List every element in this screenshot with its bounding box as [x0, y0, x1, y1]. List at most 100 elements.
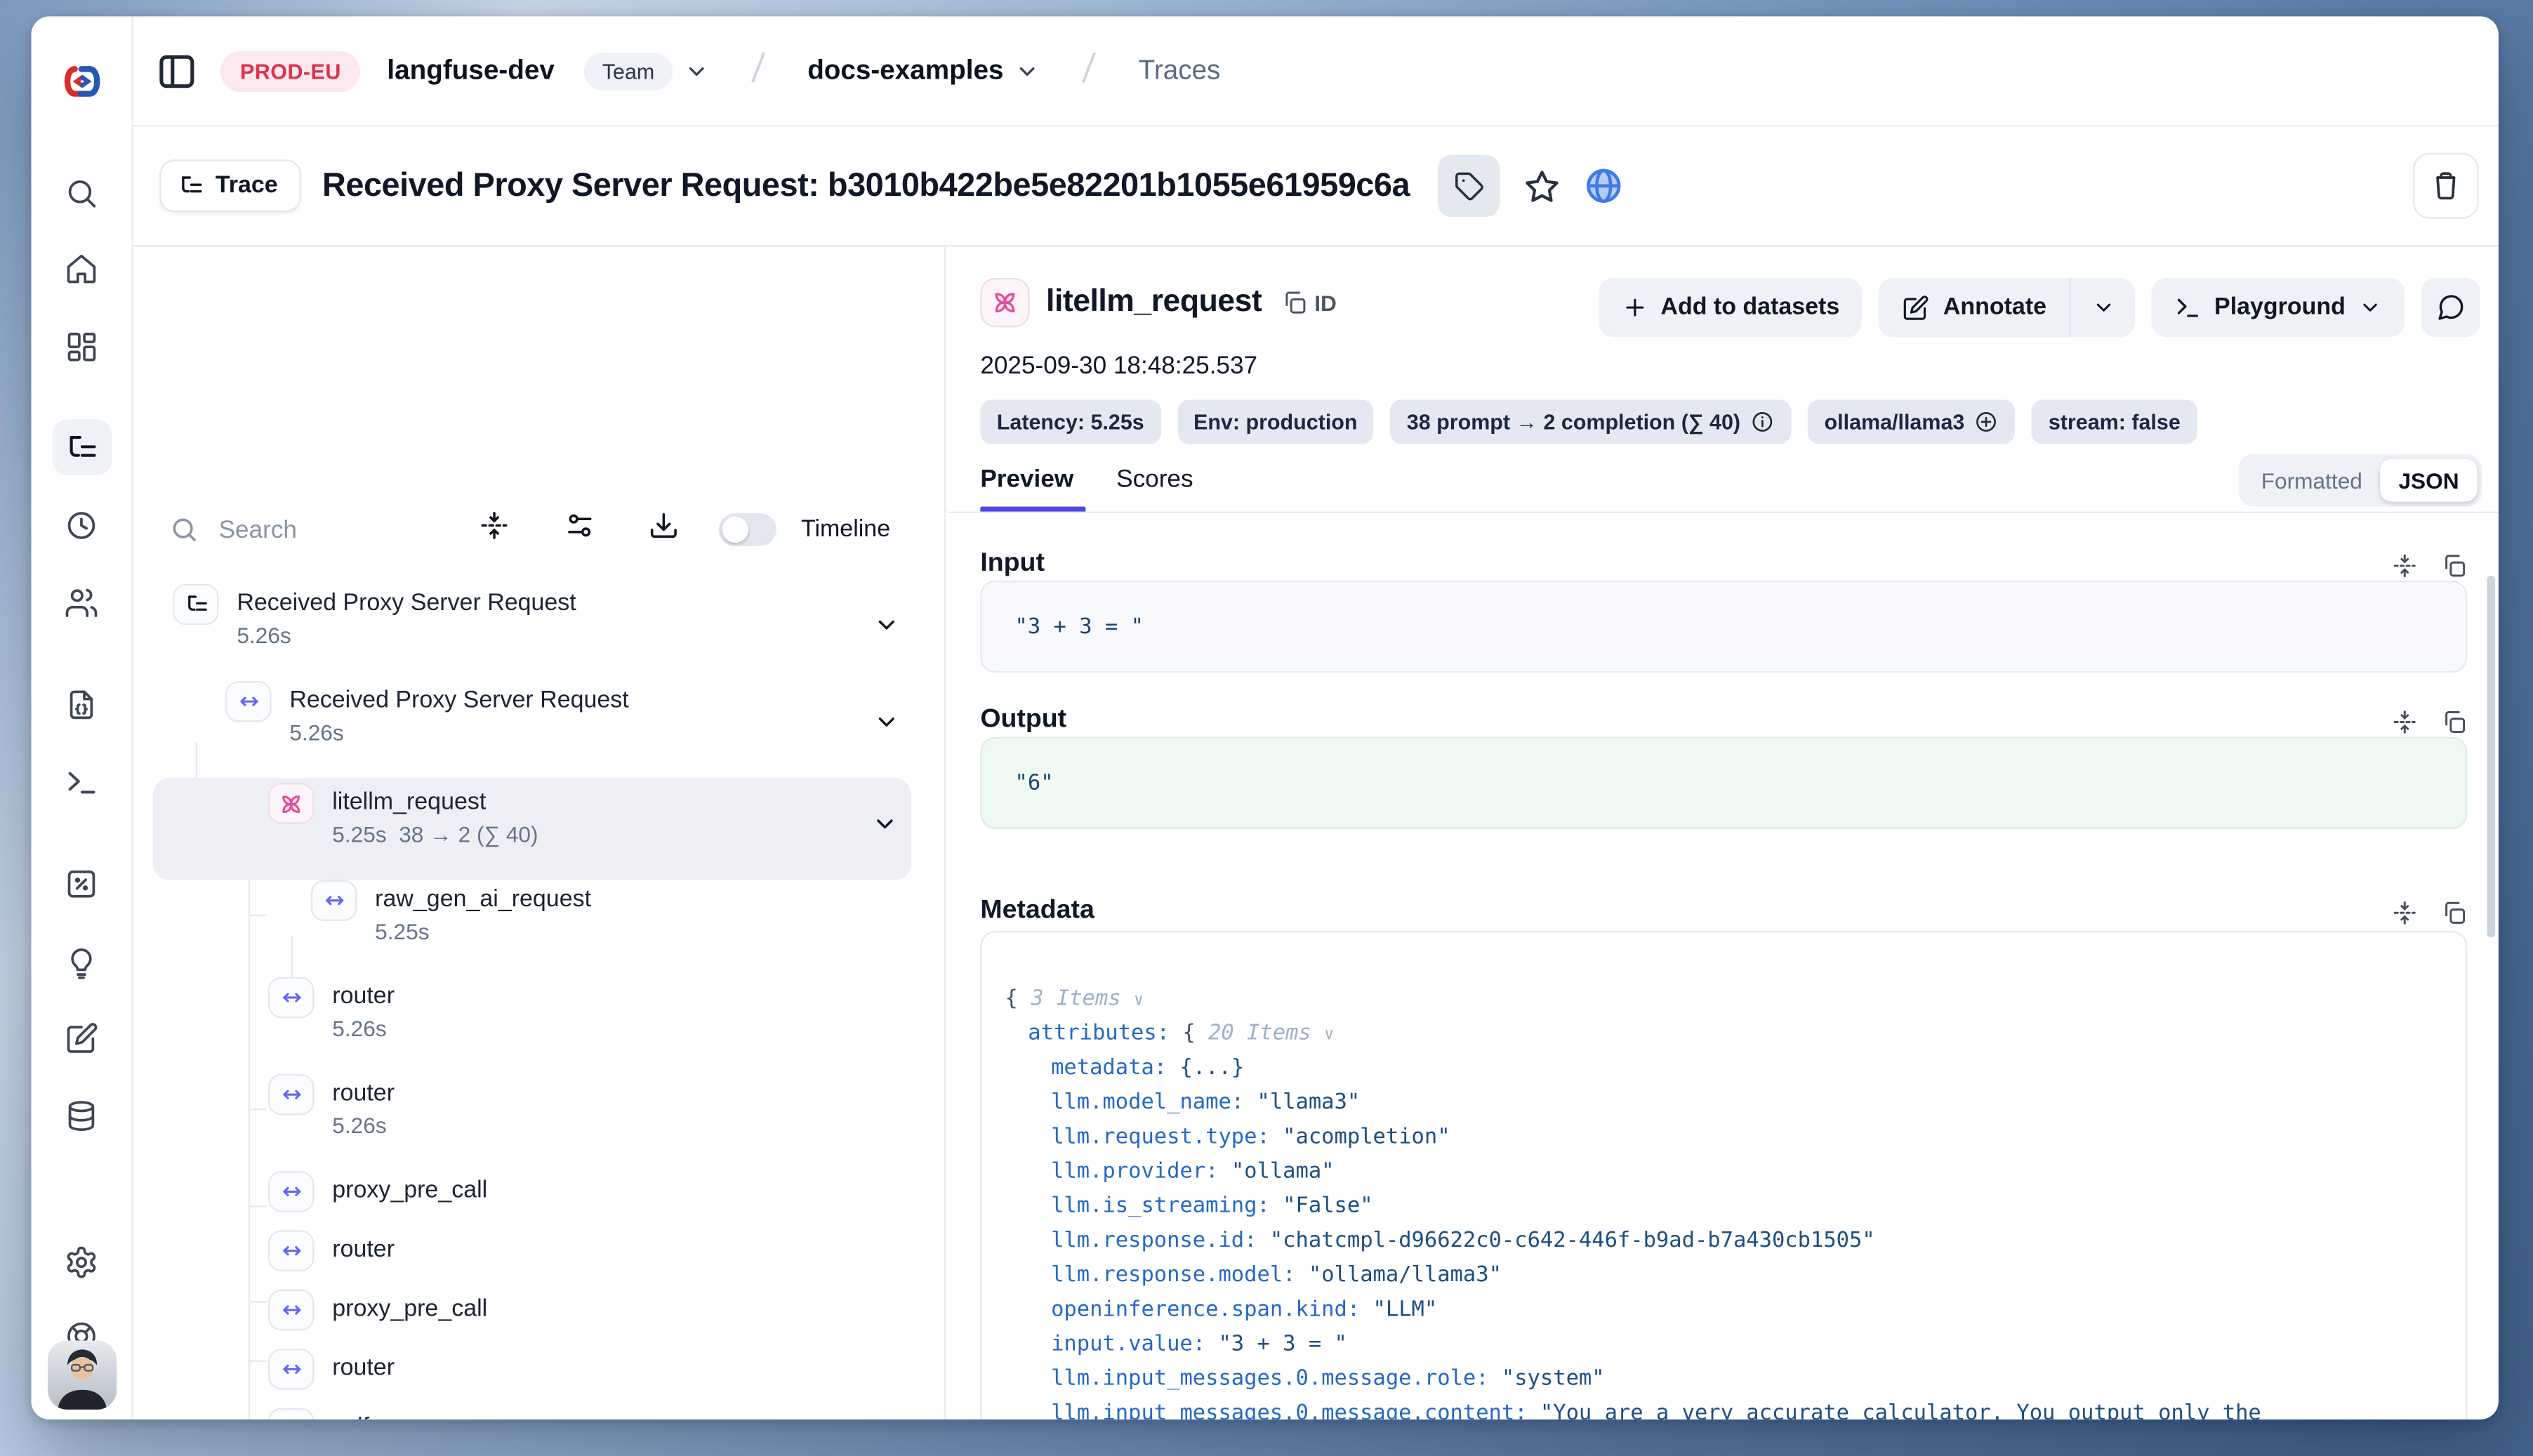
- environment-badge[interactable]: PROD-EU: [220, 50, 361, 91]
- collapse-section-button[interactable]: [2392, 709, 2418, 735]
- public-globe-button[interactable]: [1584, 166, 1623, 206]
- delete-trace-button[interactable]: [2413, 153, 2479, 219]
- attribute-badge-label: stream: false: [2049, 409, 2181, 434]
- tree-toolbar: Search Timeline: [133, 500, 944, 559]
- playground-button[interactable]: Playground: [2152, 278, 2405, 337]
- fold-vertical-icon: [2392, 709, 2418, 735]
- tree-item-duration: 5.26s: [237, 623, 576, 648]
- download-icon: [648, 510, 680, 541]
- tree-item-collapse-chevron[interactable]: [873, 709, 899, 743]
- sidebar-item-traces[interactable]: [52, 419, 111, 475]
- tree-item-self[interactable]: self5.23s: [133, 1408, 944, 1419]
- sidebar-item-evaluators[interactable]: [52, 855, 111, 911]
- copy-section-button[interactable]: [2441, 709, 2467, 735]
- tree-item-collapse-chevron[interactable]: [873, 612, 899, 647]
- trace-tree-icon: [183, 592, 208, 616]
- tree-item-proxy-pre-call[interactable]: proxy_pre_call: [133, 1171, 944, 1230]
- tree-filter-button[interactable]: [564, 510, 596, 549]
- info-icon: [1750, 409, 1775, 434]
- sidebar-item-prompts[interactable]: [52, 676, 111, 732]
- json-line: openinference.span.kind: "LLM": [982, 1292, 2466, 1327]
- sidebar-item-home[interactable]: [52, 240, 111, 296]
- tree-item-router[interactable]: router5.26s: [133, 977, 944, 1074]
- attribute-badge[interactable]: Env: production: [1177, 399, 1374, 444]
- timeline-toggle[interactable]: [719, 513, 776, 546]
- tree-item-duration: 5.25s 38 → 2 (∑ 40): [332, 822, 538, 847]
- tab-scores[interactable]: Scores: [1116, 465, 1193, 494]
- span-arrows-icon: [279, 1357, 303, 1382]
- tag-button[interactable]: [1438, 154, 1500, 217]
- langfuse-logo-icon: [60, 62, 105, 110]
- tree-item-router[interactable]: router: [133, 1230, 944, 1289]
- format-option-json[interactable]: JSON: [2381, 459, 2478, 502]
- format-option-formatted[interactable]: Formatted: [2243, 459, 2381, 502]
- tree-item-raw-gen-ai-request[interactable]: raw_gen_ai_request5.25s: [133, 880, 944, 977]
- tree-item-litellm-request[interactable]: litellm_request5.25s 38 → 2 (∑ 40): [153, 778, 911, 880]
- tree-item-router[interactable]: router5.26s: [133, 1074, 944, 1171]
- copy-section-button[interactable]: [2441, 900, 2467, 926]
- attribute-badge[interactable]: stream: false: [2032, 399, 2197, 444]
- annotate-button[interactable]: Annotate: [1879, 278, 2069, 337]
- tree-item-received-proxy-server-request[interactable]: Received Proxy Server Request5.26s: [133, 681, 944, 778]
- json-line: llm.input_messages.0.message.role: "syst…: [982, 1362, 2466, 1396]
- sidebar-item-dashboards[interactable]: [52, 317, 111, 373]
- observation-header: litellm_request ID: [980, 278, 1336, 327]
- attribute-badge[interactable]: Latency: 5.25s: [980, 399, 1160, 444]
- comments-button[interactable]: [2421, 278, 2480, 337]
- org-name[interactable]: langfuse-dev: [387, 55, 554, 86]
- sidebar-item-datasets[interactable]: [52, 1087, 111, 1144]
- sidebar-item-insights[interactable]: [52, 934, 111, 991]
- sidebar-toggle-button[interactable]: [157, 50, 198, 91]
- tree-item-collapse-chevron[interactable]: [872, 811, 898, 845]
- copy-id-button[interactable]: ID: [1281, 289, 1336, 315]
- trash-icon: [2429, 169, 2462, 202]
- json-line: llm.response.model: "ollama/llama3": [982, 1258, 2466, 1292]
- search-input[interactable]: Search: [169, 515, 297, 544]
- copy-id-label: ID: [1314, 291, 1337, 315]
- copy-icon: [1281, 289, 1307, 315]
- copy-icon: [2441, 709, 2467, 735]
- copy-icon: [2441, 900, 2467, 926]
- tree-item-received-proxy-server-request[interactable]: Received Proxy Server Request5.26s: [133, 584, 944, 681]
- sidebar-item-sessions[interactable]: [52, 497, 111, 553]
- square-percent-icon: [64, 866, 98, 901]
- trace-type-chip[interactable]: Trace: [159, 159, 300, 212]
- sidebar-item-playground[interactable]: [52, 753, 111, 809]
- org-switcher-chevron-icon[interactable]: [684, 58, 708, 83]
- attribute-badge[interactable]: 38 prompt → 2 completion (∑ 40): [1390, 399, 1791, 444]
- span-type-icon: [225, 681, 272, 722]
- terminal-icon: [64, 764, 98, 798]
- sidebar-item-users[interactable]: [52, 574, 111, 630]
- observation-timestamp: 2025-09-30 18:48:25.537: [980, 352, 1257, 380]
- observation-tree-panel: Search Timeline: [133, 246, 946, 1419]
- copy-section-button[interactable]: [2441, 552, 2467, 578]
- sidebar-item-annotation[interactable]: [52, 1010, 111, 1066]
- tree-item-label: self: [332, 1408, 386, 1419]
- bookmark-star-button[interactable]: [1523, 167, 1561, 205]
- breadcrumb-section[interactable]: Traces: [1139, 55, 1221, 86]
- trace-title: Received Proxy Server Request: b3010b422…: [322, 167, 1410, 205]
- sidebar-item-search[interactable]: [52, 164, 111, 220]
- collapse-section-button[interactable]: [2392, 552, 2418, 578]
- add-to-datasets-button[interactable]: Add to datasets: [1598, 278, 1863, 337]
- attribute-badge-label: Latency: 5.25s: [997, 409, 1144, 434]
- tree-item-router[interactable]: router: [133, 1349, 944, 1408]
- breadcrumb-project[interactable]: docs-examples: [807, 55, 1003, 86]
- annotate-dropdown-button[interactable]: [2070, 278, 2136, 337]
- attribute-badge[interactable]: ollama/llama3: [1808, 399, 2016, 444]
- tabs-divider: [947, 512, 2498, 513]
- avatar[interactable]: [47, 1340, 116, 1409]
- metadata-json-viewer[interactable]: { 3 Items ∨attributes: { 20 Items ∨metad…: [980, 931, 2467, 1419]
- project-switcher-chevron-icon[interactable]: [1015, 58, 1040, 83]
- trace-chip-label: Trace: [216, 173, 278, 199]
- chevron-down-icon: [873, 709, 899, 735]
- tab-preview[interactable]: Preview: [980, 465, 1073, 494]
- tree-item-proxy-pre-call[interactable]: proxy_pre_call: [133, 1290, 944, 1349]
- collapse-section-button[interactable]: [2392, 900, 2418, 926]
- collapse-all-button[interactable]: [479, 510, 510, 549]
- attribute-badge-label: ollama/llama3: [1825, 409, 1965, 434]
- scrollbar-thumb[interactable]: [2487, 576, 2495, 937]
- observation-title: litellm_request: [1046, 284, 1262, 321]
- sidebar-item-settings[interactable]: [52, 1233, 111, 1290]
- download-button[interactable]: [648, 510, 680, 549]
